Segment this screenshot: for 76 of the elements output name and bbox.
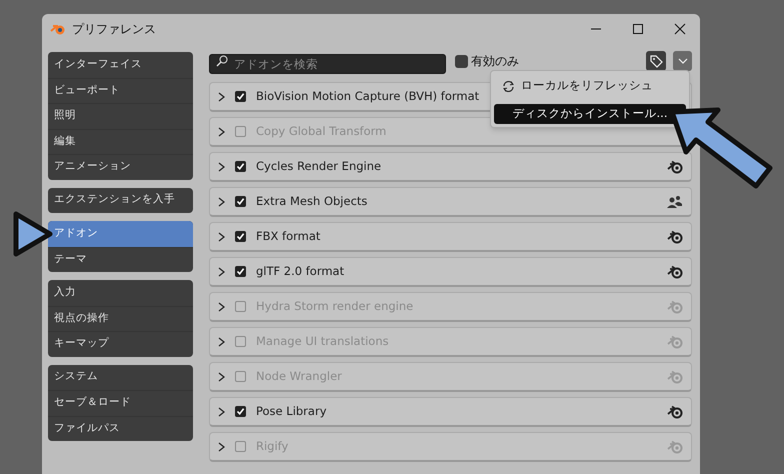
expand-chevron-icon[interactable] — [218, 196, 225, 206]
addon-name: Rigify — [256, 438, 288, 455]
sidebar-item[interactable]: アドオン — [48, 221, 193, 246]
addon-checkbox[interactable] — [235, 441, 246, 452]
addon-checkbox[interactable] — [235, 266, 246, 277]
addon-name: Copy Global Transform — [256, 122, 386, 140]
sidebar-item[interactable]: 編集 — [48, 128, 193, 154]
addon-row[interactable]: Cycles Render Engine — [209, 152, 692, 182]
maximize-icon[interactable] — [632, 23, 644, 35]
chevron-down-icon — [678, 58, 688, 64]
dropdown-button[interactable] — [673, 51, 692, 71]
addon-row[interactable]: FBX format — [209, 222, 692, 252]
addon-name: Node Wrangler — [256, 368, 342, 385]
sidebar-item[interactable]: エクステンションを入手 — [48, 188, 193, 213]
search-field[interactable]: アドオンを検索 — [209, 54, 446, 74]
sidebar-item[interactable]: 入力 — [48, 280, 193, 306]
addon-name: Hydra Storm render engine — [256, 298, 414, 315]
window-title: プリファレンス — [72, 21, 156, 38]
expand-chevron-icon[interactable] — [218, 232, 225, 242]
people-icon — [667, 194, 683, 208]
addon-checkbox[interactable] — [235, 126, 246, 137]
blender-logo-icon — [667, 334, 683, 348]
blender-logo-icon — [667, 440, 683, 454]
addon-name: Cycles Render Engine — [256, 158, 382, 175]
blender-logo-icon — [667, 300, 683, 314]
addon-name: Manage UI translations — [256, 332, 389, 350]
sidebar-item[interactable]: システム — [48, 364, 193, 390]
expand-chevron-icon[interactable] — [218, 406, 225, 416]
addon-row[interactable]: Extra Mesh Objects — [209, 187, 692, 217]
refresh-icon — [502, 80, 515, 92]
blender-logo-icon — [667, 160, 683, 174]
expand-chevron-icon[interactable] — [218, 266, 225, 276]
expand-chevron-icon[interactable] — [218, 442, 225, 452]
expand-chevron-icon[interactable] — [218, 92, 225, 102]
search-icon — [216, 55, 228, 67]
addon-name: Extra Mesh Objects — [256, 192, 368, 210]
tag-icon — [650, 54, 662, 68]
sidebar-item[interactable]: キーマップ — [48, 331, 193, 356]
addon-name: glTF 2.0 format — [256, 262, 344, 280]
addon-name: FBX format — [256, 228, 320, 245]
blender-logo-icon — [667, 264, 683, 278]
addon-checkbox[interactable] — [235, 406, 246, 417]
expand-chevron-icon[interactable] — [218, 372, 225, 382]
app-logo-icon — [50, 22, 66, 36]
sidebar-item[interactable]: セーブ＆ロード — [48, 390, 193, 416]
pointer-arrow — [12, 210, 54, 258]
sidebar-item[interactable]: 照明 — [48, 103, 193, 128]
addon-checkbox[interactable] — [235, 336, 246, 347]
close-icon[interactable] — [674, 23, 686, 35]
expand-chevron-icon[interactable] — [218, 302, 225, 312]
addon-name: BioVision Motion Capture (BVH) format — [256, 88, 480, 105]
expand-chevron-icon[interactable] — [218, 126, 225, 136]
sidebar-item[interactable]: インターフェイス — [48, 52, 193, 78]
enabled-only-checkbox[interactable] — [455, 54, 468, 68]
blender-logo-icon — [667, 370, 683, 384]
sidebar-item[interactable]: アニメーション — [48, 154, 193, 180]
addon-name: Pose Library — [256, 402, 326, 420]
addon-row[interactable]: Pose Library — [209, 397, 692, 427]
addon-checkbox[interactable] — [235, 301, 246, 312]
expand-chevron-icon[interactable] — [218, 162, 225, 172]
blender-logo-icon — [667, 404, 683, 418]
menu-item[interactable]: ディスクからインストール... — [494, 104, 686, 124]
sidebar-item[interactable]: ファイルパス — [48, 416, 193, 441]
addon-checkbox[interactable] — [235, 371, 246, 382]
addon-checkbox[interactable] — [235, 231, 246, 242]
checkbox-label: 有効のみ — [471, 53, 519, 70]
addon-checkbox[interactable] — [235, 161, 246, 172]
tag-filter-button[interactable] — [646, 51, 666, 71]
sidebar-item[interactable]: 視点の操作 — [48, 306, 193, 331]
addon-checkbox[interactable] — [235, 91, 246, 102]
addon-row[interactable]: glTF 2.0 format — [209, 257, 692, 287]
blender-logo-icon — [667, 230, 683, 244]
sidebar-item[interactable]: ビューポート — [48, 78, 193, 103]
expand-chevron-icon[interactable] — [218, 336, 225, 346]
sidebar-item[interactable]: テーマ — [48, 246, 193, 272]
addon-checkbox[interactable] — [235, 196, 246, 207]
